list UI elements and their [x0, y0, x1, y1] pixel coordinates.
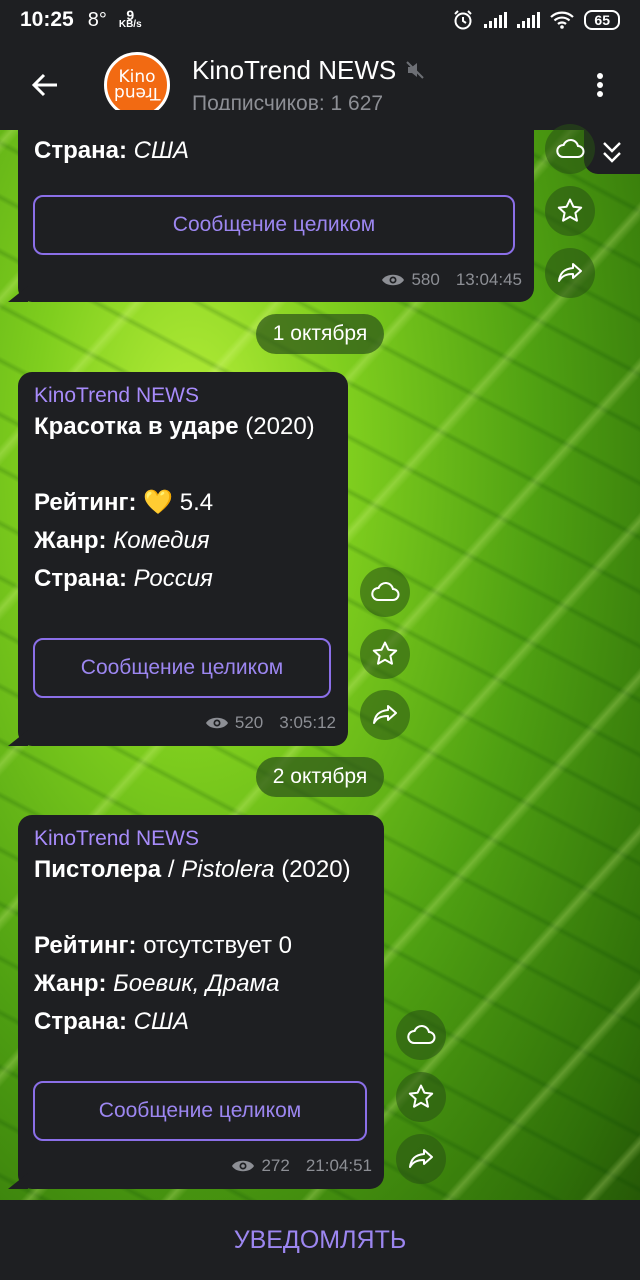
country-label: Страна: — [34, 1008, 127, 1035]
share-button[interactable] — [360, 690, 410, 740]
genre-line: Жанр: Комедия — [34, 522, 332, 560]
status-temperature: 8° — [87, 8, 107, 31]
cloud-icon — [371, 582, 400, 601]
bubble-tail — [8, 730, 28, 746]
battery-icon: 65 — [584, 10, 620, 30]
star-icon — [557, 198, 583, 222]
channel-avatar[interactable]: Kino Trend — [104, 52, 170, 118]
more-options-button[interactable] — [560, 70, 640, 100]
share-arrow-icon — [373, 705, 397, 724]
title-separator: / — [167, 856, 175, 883]
favorite-button[interactable] — [360, 629, 410, 679]
movie-year: (2020) — [281, 856, 351, 883]
rating-line: Рейтинг: отсутствует 0 — [34, 927, 368, 965]
country-label: Страна: — [34, 565, 127, 592]
country-label: Страна: — [34, 137, 127, 164]
save-cloud-button[interactable] — [545, 124, 595, 174]
wifi-icon — [550, 11, 575, 29]
message-meta: 520 3:05:12 — [205, 713, 336, 733]
country-value: США — [133, 137, 190, 164]
share-button[interactable] — [545, 248, 595, 298]
share-arrow-icon — [558, 263, 582, 282]
channel-title-block[interactable]: KinoTrend NEWS Подписчиков: 1 627 — [192, 55, 424, 116]
date-chip: 1 октября — [256, 314, 384, 354]
signal-icon — [517, 12, 541, 28]
genre-value: Боевик, Драма — [113, 970, 280, 997]
double-chevron-down-icon — [603, 142, 621, 163]
movie-title: Пистолера — [34, 856, 162, 883]
save-cloud-button[interactable] — [396, 1010, 446, 1060]
country-value: Россия — [133, 565, 213, 592]
full-message-button[interactable]: Сообщение целиком — [33, 638, 331, 698]
heart-icon: 💛 — [143, 489, 174, 516]
genre-line: Жанр: Боевик, Драма — [34, 965, 368, 1003]
eye-icon — [205, 717, 228, 729]
date-chip: 2 октября — [256, 757, 384, 797]
genre-value: Комедия — [113, 527, 210, 554]
rating-value: 5.4 — [179, 489, 214, 516]
star-icon — [408, 1084, 434, 1108]
full-message-button[interactable]: Сообщение целиком — [33, 195, 515, 255]
message-meta: 272 21:04:51 — [231, 1156, 372, 1176]
status-bar: 10:25 8° 9 KB/s 65 — [0, 0, 640, 40]
bubble-tail — [8, 1173, 28, 1189]
share-arrow-icon — [409, 1149, 433, 1168]
view-count: 580 — [411, 270, 440, 289]
movie-original-title: Pistolera — [181, 856, 275, 883]
country-line: Страна: Россия — [34, 560, 332, 598]
view-count: 520 — [234, 713, 264, 732]
cloud-icon — [556, 139, 585, 158]
rating-label: Рейтинг: — [34, 489, 137, 516]
movie-title: Красотка в ударе — [34, 413, 239, 440]
channel-title: KinoTrend NEWS — [192, 54, 397, 85]
eye-icon — [232, 1160, 255, 1172]
message-time: 13:04:45 — [455, 270, 522, 289]
muted-speaker-icon — [406, 61, 424, 79]
rating-line: Рейтинг: 💛 5.4 — [34, 484, 332, 522]
alarm-icon — [454, 10, 473, 30]
back-arrow-icon — [31, 73, 57, 97]
rating-value: отсутствует 0 — [143, 932, 292, 959]
status-time: 10:25 — [20, 8, 74, 31]
signal-icon — [484, 12, 508, 28]
sender-name: KinoTrend NEWS — [34, 827, 199, 850]
movie-year: (2020) — [245, 413, 315, 440]
save-cloud-button[interactable] — [360, 567, 410, 617]
message-time: 21:04:51 — [305, 1156, 372, 1175]
message-bubble: KinoTrend NEWS Красотка в ударе (2020) Р… — [8, 372, 348, 746]
genre-label: Жанр: — [34, 527, 107, 554]
avatar-logo: Kino Trend — [113, 69, 161, 104]
message-bubble: KinoTrend NEWS Пистолера / Pistolera (20… — [8, 815, 384, 1189]
more-vert-icon — [597, 70, 603, 100]
network-speed-unit: KB/s — [118, 19, 142, 30]
message-time: 3:05:12 — [279, 713, 336, 732]
eye-icon — [382, 274, 405, 286]
view-count: 272 — [261, 1156, 290, 1175]
sender-name: KinoTrend NEWS — [34, 384, 199, 407]
country-line: Страна: США — [34, 1003, 368, 1041]
cloud-icon — [407, 1025, 436, 1044]
full-message-button[interactable]: Сообщение целиком — [33, 1081, 367, 1141]
avatar-logo-bottom: Trend — [113, 83, 161, 103]
bubble-tail — [8, 286, 28, 302]
title-line: Пистолера / Pistolera (2020) — [34, 851, 368, 889]
favorite-button[interactable] — [545, 186, 595, 236]
message-bubble: Страна: США Сообщение целиком 580 13:04:… — [8, 110, 534, 302]
star-icon — [372, 641, 398, 665]
notify-button[interactable]: УВЕДОМЛЯТЬ — [0, 1200, 640, 1280]
genre-label: Жанр: — [34, 970, 107, 997]
network-speed: 9 KB/s — [118, 8, 142, 30]
share-button[interactable] — [396, 1134, 446, 1184]
country-value: США — [133, 1008, 190, 1035]
favorite-button[interactable] — [396, 1072, 446, 1122]
country-line: Страна: США — [34, 132, 518, 170]
message-meta: 580 13:04:45 — [381, 270, 522, 290]
title-line: Красотка в ударе (2020) — [34, 408, 332, 446]
rating-label: Рейтинг: — [34, 932, 137, 959]
